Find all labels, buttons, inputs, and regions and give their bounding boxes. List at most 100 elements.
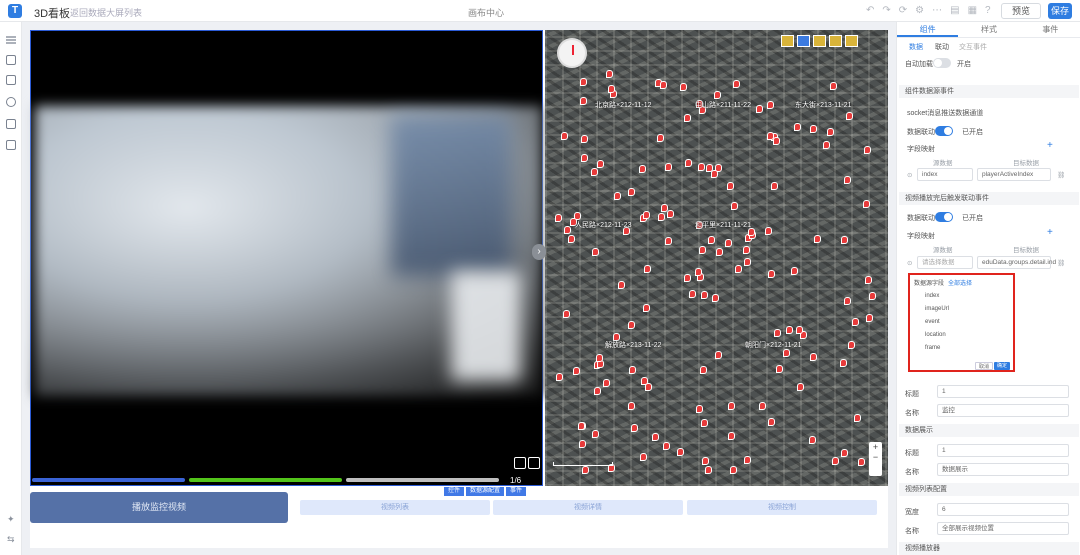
map-marker-icon[interactable] (863, 200, 870, 208)
map-marker-icon[interactable] (631, 424, 638, 432)
map-marker-icon[interactable] (685, 159, 692, 167)
map-marker-icon[interactable] (556, 373, 563, 381)
save-button[interactable]: 保存 (1048, 3, 1072, 19)
compass-icon[interactable] (557, 38, 587, 68)
map-marker-icon[interactable] (700, 366, 707, 374)
source-field-select[interactable]: 请选择数据 (917, 256, 973, 269)
more-icon[interactable]: ⋯ (932, 5, 942, 16)
map-marker-icon[interactable] (628, 402, 635, 410)
source-field-input[interactable]: index (917, 168, 973, 181)
link-icon[interactable]: ⛓ (1057, 259, 1065, 267)
map-marker-icon[interactable] (591, 168, 598, 176)
map-marker-icon[interactable] (841, 236, 848, 244)
progress-segment[interactable] (32, 478, 185, 482)
map-marker-icon[interactable] (810, 353, 817, 361)
map-marker-icon[interactable] (854, 414, 861, 422)
menu-icon[interactable] (6, 35, 16, 45)
map-marker-icon[interactable] (581, 135, 588, 143)
map-marker-icon[interactable] (844, 176, 851, 184)
map-marker-icon[interactable] (744, 258, 751, 266)
map-marker-icon[interactable] (814, 235, 821, 243)
target-field-input[interactable]: playerActiveIndex (977, 168, 1051, 181)
map-marker-icon[interactable] (661, 204, 668, 212)
map-marker-icon[interactable] (733, 80, 740, 88)
map-marker-icon[interactable] (830, 82, 837, 90)
map-marker-icon[interactable] (580, 97, 587, 105)
settings-icon[interactable]: ⚙ (915, 5, 924, 16)
map-marker-icon[interactable] (641, 377, 648, 385)
link2-toggle[interactable] (935, 212, 953, 222)
map-tool-icon[interactable] (781, 35, 794, 47)
undo-icon[interactable]: ↶ (866, 5, 874, 16)
section-header[interactable]: 视频播放完后触发联动事件 (899, 192, 1079, 205)
map-marker-icon[interactable] (714, 91, 721, 99)
field-select-popup[interactable]: 数据源字段 全部选择 index imageUrl event location … (908, 273, 1015, 372)
map-marker-icon[interactable] (608, 85, 615, 93)
split-arrow-button[interactable]: › (532, 244, 546, 260)
map-marker-icon[interactable] (581, 154, 588, 162)
map-marker-icon[interactable] (771, 182, 778, 190)
map-marker-icon[interactable] (582, 466, 589, 474)
popup-option[interactable]: location (925, 332, 946, 338)
map-marker-icon[interactable] (827, 128, 834, 136)
map-marker-icon[interactable] (689, 290, 696, 298)
map-marker-icon[interactable] (844, 297, 851, 305)
video-player[interactable] (30, 30, 543, 486)
fullscreen-icon[interactable] (528, 457, 540, 469)
progress-segment[interactable] (346, 478, 499, 482)
map-marker-icon[interactable] (644, 265, 651, 273)
redo-icon[interactable]: ↷ (882, 5, 890, 16)
map-marker-icon[interactable] (773, 137, 780, 145)
map-marker-icon[interactable] (728, 402, 735, 410)
map-marker-icon[interactable] (841, 449, 848, 457)
map-marker-icon[interactable] (756, 105, 763, 113)
section-header[interactable]: 视频播放器 (899, 542, 1079, 555)
map-marker-icon[interactable] (810, 125, 817, 133)
video-detail-button[interactable]: 视频详情 (493, 500, 683, 515)
map-marker-icon[interactable] (657, 134, 664, 142)
map-marker-icon[interactable] (864, 146, 871, 154)
map-marker-icon[interactable] (677, 448, 684, 456)
map-marker-icon[interactable] (643, 211, 650, 219)
map-marker-icon[interactable] (639, 165, 646, 173)
section-header[interactable]: 视频列表配置 (899, 483, 1079, 496)
map-marker-icon[interactable] (759, 402, 766, 410)
map-marker-icon[interactable] (684, 114, 691, 122)
field-input[interactable]: 6 (937, 503, 1069, 516)
row-drag-icon[interactable]: ⊙ (907, 171, 912, 179)
map-marker-icon[interactable] (667, 210, 674, 218)
map-marker-icon[interactable] (708, 236, 715, 244)
map-marker-icon[interactable] (823, 141, 830, 149)
map-marker-icon[interactable] (579, 440, 586, 448)
map-marker-icon[interactable] (680, 83, 687, 91)
map-marker-icon[interactable] (794, 123, 801, 131)
progress-segment[interactable] (189, 478, 342, 482)
map-marker-icon[interactable] (561, 132, 568, 140)
map-marker-icon[interactable] (628, 188, 635, 196)
map-marker-icon[interactable] (705, 466, 712, 474)
map-tool-icon[interactable] (813, 35, 826, 47)
map-marker-icon[interactable] (743, 246, 750, 254)
field-input[interactable]: 1 (937, 444, 1069, 457)
app-logo[interactable]: T (8, 4, 22, 18)
map-marker-icon[interactable] (735, 265, 742, 273)
map-marker-icon[interactable] (629, 366, 636, 374)
map-marker-icon[interactable] (783, 349, 790, 357)
map-marker-icon[interactable] (592, 248, 599, 256)
map-marker-icon[interactable] (696, 405, 703, 413)
subtab-data[interactable]: 数据 (909, 42, 923, 52)
map-tool-icon[interactable] (829, 35, 842, 47)
grid-icon[interactable]: ▦ (968, 5, 977, 16)
map-marker-icon[interactable] (848, 341, 855, 349)
tag-item[interactable]: 事件 (506, 487, 527, 496)
map-marker-icon[interactable] (869, 292, 876, 300)
field-input[interactable]: 1 (937, 385, 1069, 398)
tab-event[interactable]: 事件 (1020, 22, 1080, 37)
map-marker-icon[interactable] (701, 291, 708, 299)
subtab-interaction[interactable]: 交互事件 (959, 42, 987, 52)
map-marker-icon[interactable] (797, 383, 804, 391)
map-marker-icon[interactable] (865, 276, 872, 284)
map-marker-icon[interactable] (660, 81, 667, 89)
section-header[interactable]: 组件数据源事件 (899, 85, 1079, 98)
map-marker-icon[interactable] (640, 453, 647, 461)
